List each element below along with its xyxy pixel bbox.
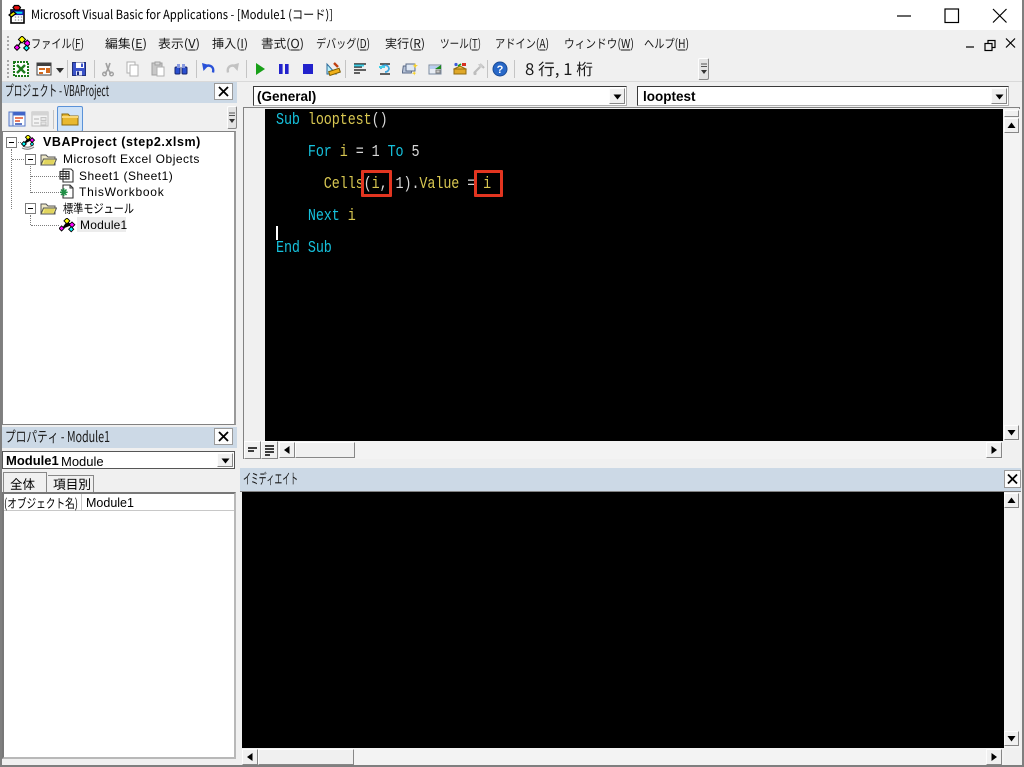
svg-text:?: ? bbox=[497, 64, 504, 76]
